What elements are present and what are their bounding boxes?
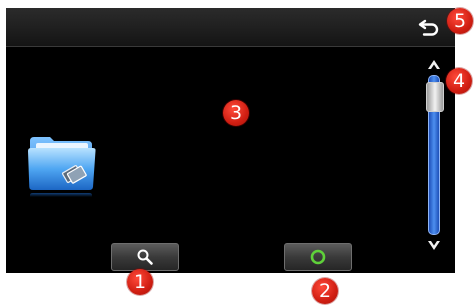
- vertical-scrollbar[interactable]: [424, 55, 444, 255]
- chevron-down-icon: [428, 241, 440, 250]
- file-list-area[interactable]: [6, 47, 455, 273]
- scroll-down-button[interactable]: [424, 237, 444, 255]
- callout-marker-2: 2: [312, 278, 338, 304]
- device-screen: [6, 8, 455, 273]
- search-button[interactable]: [111, 243, 179, 271]
- folder-item[interactable]: [26, 133, 98, 203]
- green-circle-icon: [310, 249, 326, 265]
- callout-marker-1: 1: [127, 269, 153, 295]
- scroll-up-button[interactable]: [424, 55, 444, 73]
- scroll-thumb[interactable]: [426, 81, 444, 112]
- back-button[interactable]: [413, 14, 445, 40]
- callout-marker-5: 5: [447, 8, 473, 34]
- title-bar: [6, 8, 455, 47]
- ok-button[interactable]: [284, 243, 352, 271]
- return-arrow-icon: [418, 19, 439, 36]
- callout-marker-3: 3: [223, 100, 249, 126]
- callout-marker-4: 4: [446, 68, 472, 94]
- chevron-up-icon: [428, 60, 440, 69]
- search-icon: [137, 249, 153, 265]
- folder-icon: [28, 137, 96, 197]
